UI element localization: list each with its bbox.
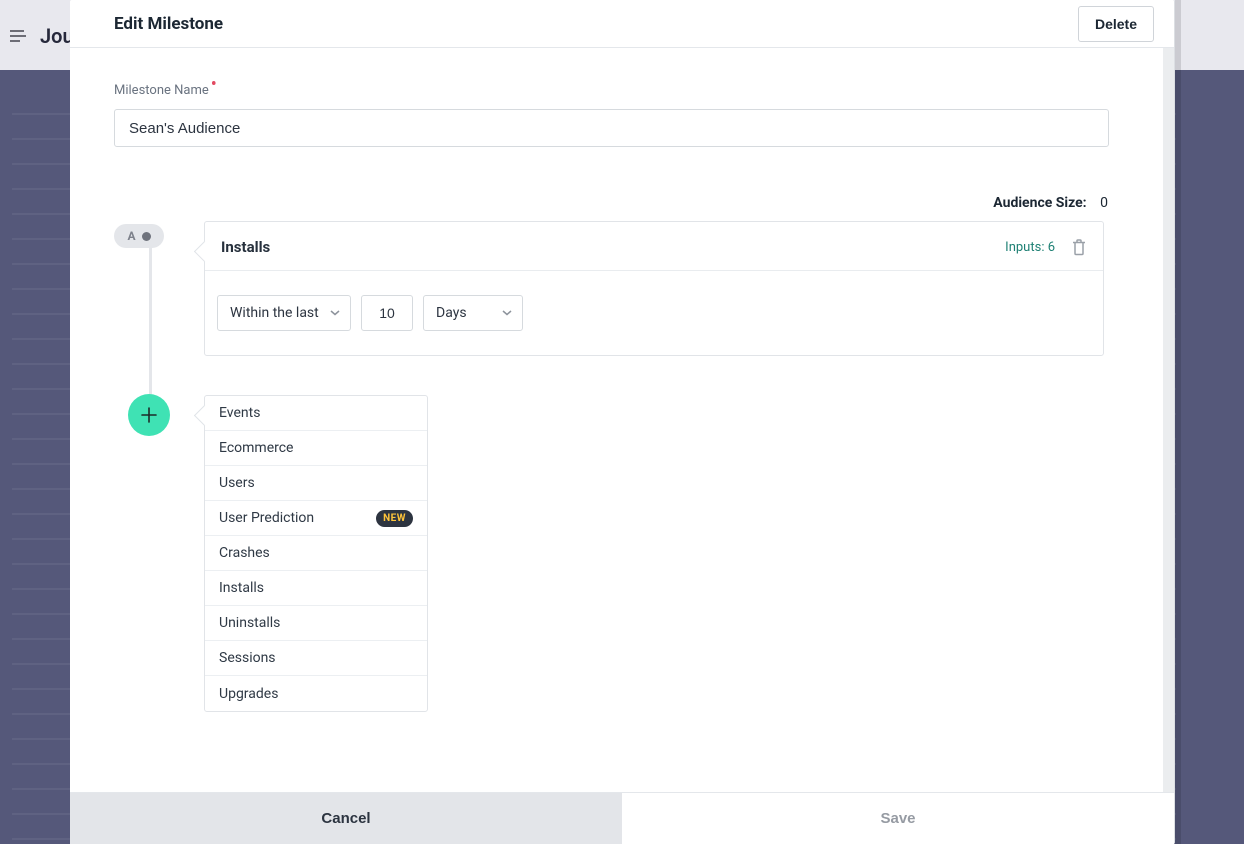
trash-icon[interactable]: [1071, 238, 1087, 256]
modal-body: Milestone Name• Audience Size: 0 A Insta…: [70, 48, 1174, 792]
menu-item-sessions[interactable]: Sessions: [205, 641, 427, 676]
cancel-button[interactable]: Cancel: [70, 793, 622, 844]
milestone-name-label: Milestone Name: [114, 83, 209, 98]
audience-size-value: 0: [1100, 195, 1108, 211]
menu-item-label: Sessions: [219, 650, 276, 666]
timeframe-unit-select[interactable]: Days: [423, 295, 523, 331]
page-title-fragment: Jou: [40, 24, 74, 48]
required-indicator: •: [211, 74, 217, 95]
chevron-down-icon: [502, 310, 512, 316]
menu-item-label: Uninstalls: [219, 615, 280, 631]
criteria-area: A Installs Inputs: 6 Within the la: [114, 221, 1130, 356]
new-badge: NEW: [376, 510, 413, 527]
menu-item-label: Ecommerce: [219, 440, 293, 456]
menu-item-user-prediction[interactable]: User Prediction NEW: [205, 501, 427, 536]
menu-item-label: User Prediction: [219, 510, 314, 526]
menu-item-events[interactable]: Events: [205, 396, 427, 431]
criteria-card-header: Installs Inputs: 6: [205, 222, 1103, 271]
criteria-node-a: A: [114, 224, 164, 248]
timeframe-select[interactable]: Within the last: [217, 295, 351, 331]
menu-icon: [10, 35, 26, 37]
menu-item-ecommerce[interactable]: Ecommerce: [205, 431, 427, 466]
criteria-inputs-link[interactable]: Inputs: 6: [1005, 240, 1055, 255]
chevron-down-icon: [330, 310, 340, 316]
criteria-card-installs: Installs Inputs: 6 Within the last: [204, 221, 1104, 356]
timeframe-unit-value: Days: [436, 305, 467, 321]
audience-size: Audience Size: 0: [114, 195, 1130, 211]
criteria-node-dot-icon: [142, 232, 151, 241]
modal-footer: Cancel Save: [70, 792, 1174, 844]
milestone-name-field: Milestone Name•: [114, 78, 1130, 147]
timeframe-select-value: Within the last: [230, 305, 319, 321]
menu-item-installs[interactable]: Installs: [205, 571, 427, 606]
menu-item-label: Upgrades: [219, 686, 278, 702]
milestone-name-input[interactable]: [114, 109, 1109, 147]
menu-item-label: Crashes: [219, 545, 270, 561]
criteria-connector-line: [149, 245, 152, 417]
criteria-node-letter: A: [127, 229, 135, 243]
audience-size-label: Audience Size:: [993, 195, 1086, 211]
menu-item-label: Events: [219, 405, 260, 421]
delete-button[interactable]: Delete: [1078, 6, 1154, 42]
menu-item-label: Installs: [219, 580, 264, 596]
modal-title: Edit Milestone: [114, 14, 223, 34]
timeframe-value-input[interactable]: [361, 295, 413, 331]
modal-header: Edit Milestone Delete: [70, 0, 1174, 48]
background-shadow: [1175, 0, 1181, 844]
add-criteria-button[interactable]: [128, 394, 170, 436]
save-button[interactable]: Save: [622, 793, 1174, 844]
edit-milestone-modal: Edit Milestone Delete Milestone Name• Au…: [70, 0, 1175, 844]
criteria-title: Installs: [221, 238, 270, 256]
menu-item-uninstalls[interactable]: Uninstalls: [205, 606, 427, 641]
menu-item-crashes[interactable]: Crashes: [205, 536, 427, 571]
menu-item-upgrades[interactable]: Upgrades: [205, 676, 427, 711]
plus-icon: [139, 405, 159, 425]
add-criteria-menu: Events Ecommerce Users User Prediction N…: [204, 395, 428, 712]
menu-item-label: Users: [219, 475, 255, 491]
criteria-card-body: Within the last Days: [205, 271, 1103, 355]
menu-item-users[interactable]: Users: [205, 466, 427, 501]
